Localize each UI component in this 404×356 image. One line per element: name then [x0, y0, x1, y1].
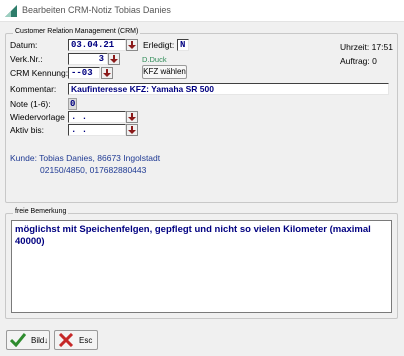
kfz-waehlen-button[interactable]: KFZ wählen — [142, 65, 187, 79]
datum-label: Datum: — [10, 40, 38, 50]
wiedervorlage-field[interactable]: . . — [68, 111, 126, 123]
aktiv-field[interactable]: . . — [68, 124, 126, 136]
datum-field[interactable]: 03.04.21 — [68, 39, 126, 51]
esc-button[interactable]: Esc — [54, 330, 98, 350]
app-logo-icon — [5, 5, 17, 17]
kennung-label: CRM Kennung: — [10, 68, 69, 78]
kunde-line1: Kunde: Tobias Danies, 86673 Ingolstadt — [10, 153, 161, 163]
cross-icon — [58, 332, 74, 349]
checkmark-icon — [9, 333, 27, 349]
verk-spin-button[interactable] — [108, 53, 120, 65]
spin-down-icon — [127, 125, 137, 135]
auftrag-label: Auftrag: 0 — [340, 56, 377, 66]
window-title: Bearbeiten CRM-Notiz Tobias Danies — [22, 5, 171, 15]
kommentar-field[interactable]: Kaufinteresse KFZ: Yamaha SR 500 — [68, 83, 389, 95]
datum-spin-button[interactable] — [126, 39, 138, 51]
arrow-down-icon: ↓ — [44, 336, 48, 345]
uhrzeit-label: Uhrzeit: 17:51 — [340, 42, 393, 52]
bild-button[interactable]: Bild ↓ — [6, 330, 50, 350]
crm-groupbox: Customer Relation Management (CRM) Datum… — [5, 28, 398, 203]
spin-down-icon — [127, 112, 137, 122]
bild-label: Bild — [31, 336, 45, 345]
verk-field[interactable]: 3 — [68, 53, 108, 65]
verk-name: D.Duck — [142, 55, 167, 64]
spin-down-icon — [102, 68, 112, 78]
note-field[interactable]: 0 — [68, 98, 77, 110]
bemerkung-legend: freie Bemerkung — [13, 208, 69, 215]
spin-down-icon — [109, 54, 119, 64]
verk-label: Verk.Nr.: — [10, 54, 43, 64]
note-label: Note (1-6): — [10, 99, 51, 109]
aktiv-label: Aktiv bis: — [10, 125, 45, 135]
bemerkung-groupbox: freie Bemerkung möglichst mit Speichenfe… — [5, 208, 398, 319]
kommentar-label: Kommentar: — [10, 84, 57, 94]
kunde-line2: 02150/4850, 017682880443 — [40, 165, 147, 175]
aktiv-spin-button[interactable] — [126, 124, 138, 136]
erledigt-field[interactable]: N — [177, 39, 189, 51]
wiedervorlage-spin-button[interactable] — [126, 111, 138, 123]
wiedervorlage-label: Wiedervorlage — [10, 112, 65, 122]
spin-down-icon — [127, 40, 137, 50]
bemerkung-textarea[interactable]: möglichst mit Speichenfelgen, gepflegt u… — [11, 220, 392, 313]
kennung-field[interactable]: --03 — [68, 67, 100, 79]
esc-label: Esc — [79, 336, 93, 345]
kennung-spin-button[interactable] — [101, 67, 113, 79]
erledigt-label: Erledigt: — [143, 40, 175, 50]
title-bar: Bearbeiten CRM-Notiz Tobias Danies — [0, 0, 404, 22]
crm-legend: Customer Relation Management (CRM) — [13, 28, 141, 35]
